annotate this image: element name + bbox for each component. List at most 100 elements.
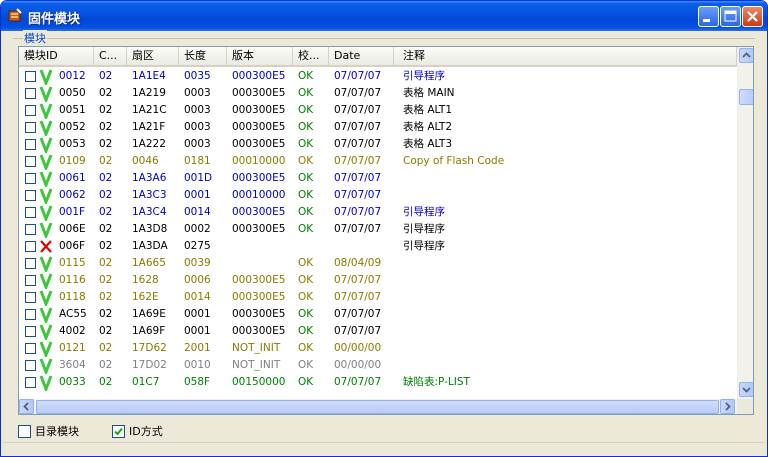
minimize-icon [703,19,710,22]
cell-c: 02 [99,223,113,235]
column-header-comment[interactable]: 注释 [394,47,737,65]
cell-comment: 表格 ALT2 [403,121,453,133]
scroll-up-button[interactable] [739,48,753,63]
cell-c: 02 [99,257,113,269]
cell-module-id: 0109 [59,155,86,167]
cell-sector: 1628 [132,274,159,286]
row-checkbox[interactable] [25,105,36,116]
cell-check: OK [298,308,314,320]
cell-check: OK [298,274,314,286]
scroll-right-button[interactable] [720,399,735,414]
cell-length: 0001 [184,308,211,320]
table-row[interactable]: 0118 02 162E 0014 000300E5 OK 07/07/07 [19,289,737,306]
cell-module-id: 0050 [59,87,86,99]
row-checkbox[interactable] [25,224,36,235]
table-row[interactable]: 0052 02 1A21F 0003 000300E5 OK 07/07/07 表格 ALT2 [19,119,737,136]
horizontal-scrollbar[interactable] [19,399,737,414]
row-checkbox[interactable] [25,207,36,218]
row-checkbox[interactable] [25,326,36,337]
cell-module-id: 006E [59,223,86,235]
table-row[interactable]: 0050 02 1A219 0003 000300E5 OK 07/07/07 表格 MAIN [19,85,737,102]
option-id-mode[interactable]: ID方式 [112,425,182,439]
scroll-down-button[interactable] [739,382,753,397]
cell-version: 000300E5 [232,206,286,218]
row-checkbox[interactable] [25,71,36,82]
cell-sector: 1A3A6 [132,172,167,184]
cell-date: 07/07/07 [334,189,382,201]
directory-modules-checkbox[interactable] [18,425,31,438]
cell-comment: 引导程序 [403,206,445,218]
cell-sector: 1A21C [132,104,167,116]
status-bar [3,442,765,454]
cell-length: 0001 [184,189,211,201]
cell-sector: 1A21F [132,121,166,133]
maximize-button[interactable] [720,6,741,27]
row-checkbox[interactable] [25,139,36,150]
cell-module-id: 001F [59,206,86,218]
table-row[interactable]: 0053 02 1A222 0003 000300E5 OK 07/07/07 表格 ALT3 [19,136,737,153]
cell-date: 07/07/07 [334,223,382,235]
column-header-version[interactable]: 版本 [227,47,293,65]
cell-module-id: 3604 [59,359,86,371]
title-bar[interactable]: 固件模块 [1,1,767,31]
vertical-scroll-thumb[interactable] [739,89,753,105]
table-row[interactable]: 006E 02 1A3D8 0002 000300E5 OK 07/07/07 引导程序 [19,221,737,238]
cell-module-id: 0051 [59,104,86,116]
row-checkbox[interactable] [25,241,36,252]
ok-check-icon [39,256,53,272]
row-checkbox[interactable] [25,156,36,167]
vertical-scrollbar[interactable] [737,47,753,399]
row-checkbox[interactable] [25,292,36,303]
row-checkbox[interactable] [25,173,36,184]
column-header-date[interactable]: Date [329,47,394,65]
row-checkbox[interactable] [25,190,36,201]
table-row[interactable]: 0109 02 0046 0181 00010000 OK 07/07/07 Copy of … [19,153,737,170]
table-row[interactable]: 0115 02 1A665 0039 OK 08/04/09 [19,255,737,272]
cell-date: 07/07/07 [334,172,382,184]
row-checkbox[interactable] [25,88,36,99]
table-row[interactable]: 0062 02 1A3C3 0001 00010000 OK 07/07/07 [19,187,737,204]
column-header-module-id[interactable]: 模块ID [19,47,94,65]
table-row[interactable]: 0061 02 1A3A6 001D 000300E5 OK 07/07/07 [19,170,737,187]
table-row[interactable]: 0116 02 1628 0006 000300E5 OK 07/07/07 [19,272,737,289]
table-row[interactable]: AC55 02 1A69E 0001 000300E5 OK 07/07/07 [19,306,737,323]
maximize-icon [724,10,737,22]
close-button[interactable] [742,6,763,27]
cell-c: 02 [99,138,113,150]
table-row[interactable]: 0012 02 1A1E4 0035 000300E5 OK 07/07/07 引导程序 [19,68,737,85]
minimize-button[interactable] [698,6,719,27]
table-row[interactable]: 0121 02 17D62 2001 NOT_INIT OK 00/00/00 [19,340,737,357]
row-checkbox[interactable] [25,309,36,320]
horizontal-scroll-thumb[interactable] [36,400,719,414]
column-header-length[interactable]: 长度 [179,47,227,65]
table-row[interactable]: 006F 02 1A3DA 0275 引导程序 [19,238,737,255]
ok-check-icon [39,324,53,340]
cell-comment [394,187,737,204]
module-list[interactable]: 模块ID C... 扇区 长度 版本 校... Date 注释 0012 02 1A… [18,46,754,415]
cell-length: 0014 [184,206,211,218]
row-checkbox[interactable] [25,122,36,133]
cell-date: 07/07/07 [334,155,382,167]
cell-version: 00010000 [232,189,286,201]
column-header-sector[interactable]: 扇区 [127,47,179,65]
row-checkbox[interactable] [25,377,36,388]
option-directory-modules[interactable]: 目录模块 [18,425,108,439]
cell-check: OK [298,87,314,99]
row-checkbox[interactable] [25,258,36,269]
column-header-c[interactable]: C... [94,47,127,65]
row-checkbox[interactable] [25,275,36,286]
row-checkbox[interactable] [25,343,36,354]
table-row[interactable]: 3604 02 17D02 0010 NOT_INIT OK 00/00/00 [19,357,737,374]
scroll-left-button[interactable] [19,399,34,414]
table-row[interactable]: 0033 02 01C7 058F 00150000 OK 07/07/07 缺陷表:P-LI… [19,374,737,391]
cell-length: 0006 [184,274,211,286]
ok-check-icon [39,358,53,374]
table-row[interactable]: 0051 02 1A21C 0003 000300E5 OK 07/07/07 表格 ALT1 [19,102,737,119]
id-mode-checkbox[interactable] [112,425,125,438]
cell-version: 000300E5 [232,291,286,303]
row-checkbox[interactable] [25,360,36,371]
table-row[interactable]: 001F 02 1A3C4 0014 000300E5 OK 07/07/07 引导程序 [19,204,737,221]
ok-check-icon [39,171,53,187]
table-row[interactable]: 4002 02 1A69F 0001 000300E5 OK 07/07/07 [19,323,737,340]
column-header-check[interactable]: 校... [293,47,329,65]
